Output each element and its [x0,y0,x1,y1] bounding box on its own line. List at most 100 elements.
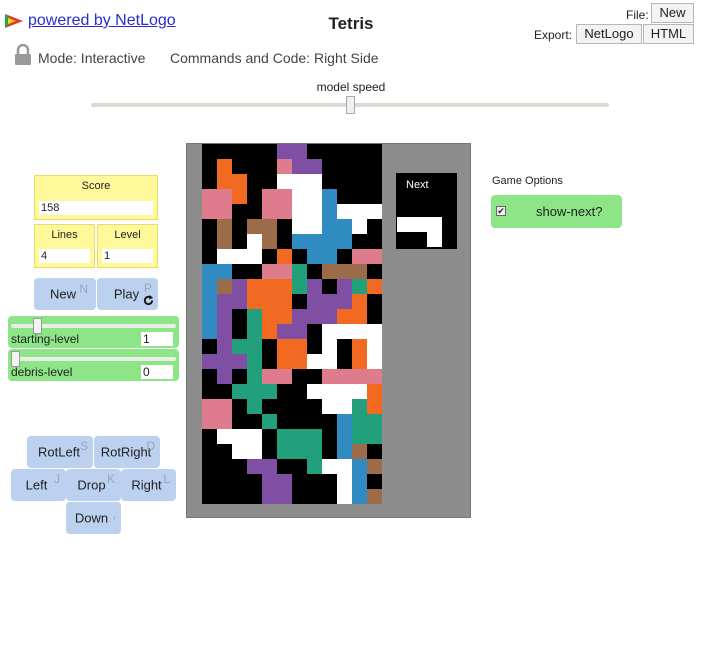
board-cell [247,279,262,294]
down-button[interactable]: Down , [66,502,121,534]
play-key-hint: P [143,281,152,295]
board-cell [232,279,247,294]
board-cell [322,339,337,354]
board-cell [262,279,277,294]
board-cell [367,264,382,279]
board-cell [322,264,337,279]
board-cell [352,144,367,159]
board-cell [217,444,232,459]
file-new-button[interactable]: New [651,3,694,23]
board-cell [277,444,292,459]
board-cell [367,294,382,309]
score-value: 158 [39,201,153,215]
board-cell [232,369,247,384]
board-cell [202,354,217,369]
board-cell [277,219,292,234]
board-cell [337,309,352,324]
board-cell [217,414,232,429]
board-cell [217,144,232,159]
rotright-button[interactable]: RotRight D [94,436,160,468]
board-cell [307,204,322,219]
board-cell [202,204,217,219]
board-cell [247,294,262,309]
board-cell [322,489,337,504]
board-cell [352,429,367,444]
board-cell [262,474,277,489]
board-cell [262,204,277,219]
board-cell [262,384,277,399]
board-cell [247,144,262,159]
board-cell [307,459,322,474]
board-cell [307,279,322,294]
board-cell [232,459,247,474]
new-button[interactable]: New N [34,278,96,310]
board-cell [262,354,277,369]
board-cell [277,339,292,354]
board-cell [352,339,367,354]
right-button[interactable]: Right L [121,469,176,501]
board-cell [322,354,337,369]
board-cell [217,219,232,234]
next-piece-cell [442,232,457,247]
board-cell [202,144,217,159]
board-cell [367,144,382,159]
show-next-checkbox[interactable]: ✔ [496,206,506,216]
board-cell [307,324,322,339]
board-cell [337,279,352,294]
level-value: 1 [102,249,153,263]
drop-button[interactable]: Drop K [66,469,121,501]
board-cell [262,414,277,429]
debris-level-value[interactable]: 0 [141,365,173,379]
board-cell [292,459,307,474]
board-cell [337,489,352,504]
board-cell [307,234,322,249]
board-cell [322,309,337,324]
board-cell [367,459,382,474]
board-cell [292,189,307,204]
export-html-button[interactable]: HTML [643,24,694,44]
board-cell [202,294,217,309]
export-netlogo-button[interactable]: NetLogo [576,24,642,44]
forever-icon [143,295,154,306]
board-cell [352,204,367,219]
board-cell [202,234,217,249]
board-cell [352,309,367,324]
board-cell [232,429,247,444]
model-speed-handle[interactable] [346,96,355,114]
board-cell [247,384,262,399]
board-cell [352,384,367,399]
board-cell [322,204,337,219]
board-cell [367,339,382,354]
board-cell [232,339,247,354]
board-cell [307,294,322,309]
board-cell [307,189,322,204]
debris-level-slider[interactable]: debris-level 0 [8,349,179,381]
left-button[interactable]: Left J [11,469,66,501]
debris-level-track[interactable] [11,357,176,361]
board-cell [262,324,277,339]
board-cell [307,384,322,399]
board-cell [247,474,262,489]
board-cell [337,369,352,384]
next-piece-cell [412,202,427,217]
lock-icon[interactable] [14,44,32,66]
board-cell [367,369,382,384]
board-cell [202,249,217,264]
export-label: Export: [534,28,573,42]
board-cell [322,144,337,159]
board-cell [367,234,382,249]
next-piece-cell [397,217,412,232]
board-cell [367,399,382,414]
board-cell [247,399,262,414]
rotleft-button[interactable]: RotLeft S [27,436,93,468]
next-piece-cell [397,202,412,217]
board-cell [367,429,382,444]
board-cell [232,204,247,219]
board-cell [322,324,337,339]
board-cell [322,159,337,174]
starting-level-slider[interactable]: starting-level 1 [8,316,179,348]
starting-level-value[interactable]: 1 [141,332,173,346]
board-cell [232,474,247,489]
play-button[interactable]: Play P [97,278,158,310]
board-cell [277,459,292,474]
